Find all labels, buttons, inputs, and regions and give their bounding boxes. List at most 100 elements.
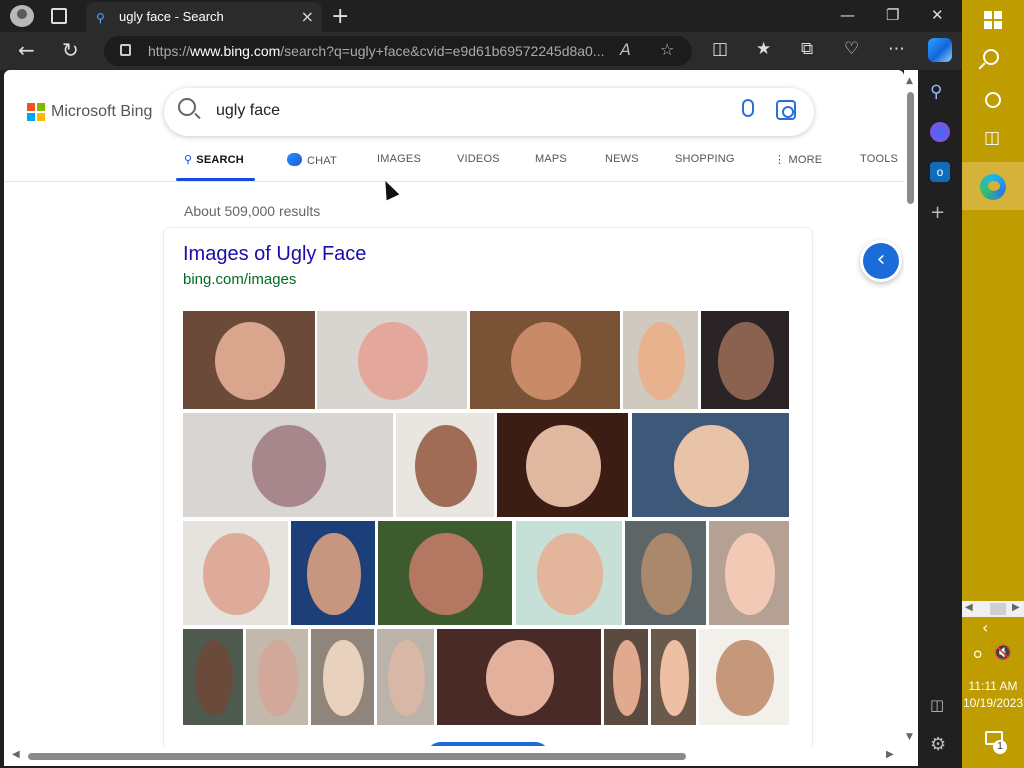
tab-maps[interactable]: MAPS: [535, 153, 567, 165]
tab-shopping[interactable]: SHOPPING: [675, 153, 735, 165]
new-tab-icon[interactable]: +: [331, 4, 349, 29]
tab-search[interactable]: ⚲ SEARCH: [184, 153, 244, 166]
collections-icon[interactable]: ⧉: [801, 39, 813, 59]
image-thumbnail[interactable]: [496, 412, 629, 518]
image-thumbnail[interactable]: [631, 412, 790, 518]
copilot-sidebar-icon[interactable]: [930, 122, 950, 142]
image-thumbnail[interactable]: [182, 310, 316, 410]
settings-more-icon[interactable]: ⋯: [888, 39, 905, 59]
face-shape: [716, 639, 774, 717]
microphone-icon[interactable]: [742, 99, 754, 117]
browser-essentials-icon[interactable]: ♡: [844, 39, 859, 59]
cortana-icon[interactable]: [985, 92, 1001, 108]
image-thumbnail[interactable]: [515, 520, 623, 626]
tab-news[interactable]: NEWS: [605, 153, 639, 165]
sidebar-toggle-button[interactable]: ‹: [860, 240, 902, 282]
image-thumbnail[interactable]: [700, 310, 790, 410]
tab-videos[interactable]: VIDEOS: [457, 153, 500, 165]
image-thumbnail[interactable]: [316, 310, 468, 410]
sidebar-search-icon[interactable]: ⚲: [930, 82, 950, 102]
close-window-icon[interactable]: ✕: [931, 6, 944, 24]
face-shape: [258, 639, 298, 717]
search-input[interactable]: ugly face: [216, 102, 280, 120]
copilot-icon[interactable]: [928, 38, 952, 62]
windows-taskbar: ◫ ‹ ⚪ 🔇: [962, 0, 1024, 768]
clock-date[interactable]: 10/19/2023: [962, 696, 1024, 710]
image-thumbnail[interactable]: [708, 520, 790, 626]
images-card-source[interactable]: bing.com/images: [183, 271, 296, 288]
face-shape: [511, 322, 581, 400]
scroll-right-icon[interactable]: ▶: [886, 749, 894, 760]
face-shape: [640, 532, 693, 616]
vertical-scrollbar[interactable]: ▲ ▼: [904, 70, 918, 746]
image-thumbnail[interactable]: [698, 628, 790, 726]
address-bar[interactable]: https://www.bing.com/search?q=ugly+face&…: [104, 36, 692, 66]
tab-more[interactable]: ⋮ MORE: [774, 153, 822, 166]
image-thumbnail[interactable]: [245, 628, 309, 726]
face-shape: [203, 532, 270, 616]
horizontal-scrollbar[interactable]: ◀ ▶: [4, 746, 918, 766]
url-text: https://www.bing.com/search?q=ugly+face&…: [148, 43, 605, 59]
screen: ⚲ ugly face - Search × + — ❐ ✕ ← ↻ https…: [0, 0, 1024, 768]
favorite-star-icon[interactable]: ☆: [660, 40, 674, 59]
sidebar-settings-icon[interactable]: ⚙: [930, 734, 950, 755]
image-thumbnail[interactable]: [377, 520, 513, 626]
image-thumbnail[interactable]: [603, 628, 649, 726]
profile-avatar[interactable]: [10, 5, 34, 27]
start-windows-icon[interactable]: [984, 11, 1002, 29]
minimize-icon[interactable]: —: [840, 6, 855, 24]
visual-search-icon[interactable]: [776, 100, 796, 120]
refresh-icon[interactable]: ↻: [62, 38, 79, 62]
clock-time[interactable]: 11:11 AM: [962, 679, 1024, 693]
image-thumbnail[interactable]: [436, 628, 602, 726]
show-hidden-icons-chevron-icon[interactable]: ‹: [982, 618, 988, 637]
tray-scroll-left-icon[interactable]: ◀: [965, 602, 973, 613]
volume-muted-icon[interactable]: 🔇: [994, 645, 1011, 661]
close-tab-icon[interactable]: ×: [301, 7, 314, 26]
task-view-icon[interactable]: ◫: [984, 128, 1000, 148]
horizontal-scroll-thumb[interactable]: [28, 753, 686, 760]
search-icon[interactable]: [178, 98, 196, 116]
back-icon[interactable]: ←: [18, 38, 35, 62]
taskbar-edge-app[interactable]: [962, 162, 1024, 210]
lock-icon[interactable]: [120, 44, 131, 56]
tab-images[interactable]: IMAGES: [377, 153, 421, 165]
bing-logo[interactable]: Microsoft Bing: [27, 103, 152, 121]
tab-tools[interactable]: TOOLS: [860, 153, 898, 165]
image-thumbnail[interactable]: [182, 412, 394, 518]
scroll-left-icon[interactable]: ◀: [12, 749, 20, 760]
taskbar-search-icon[interactable]: [983, 49, 999, 65]
image-thumbnail[interactable]: [650, 628, 697, 726]
tray-scrollbar[interactable]: ◀ ▶: [962, 601, 1024, 617]
split-screen-icon[interactable]: ◫: [712, 39, 728, 59]
image-thumbnail[interactable]: [469, 310, 621, 410]
image-thumbnail[interactable]: [624, 520, 707, 626]
tray-scroll-right-icon[interactable]: ▶: [1012, 602, 1020, 613]
favorites-icon[interactable]: ★: [756, 39, 771, 59]
image-thumbnail[interactable]: [182, 628, 244, 726]
tab-chat[interactable]: CHAT: [287, 153, 337, 167]
image-thumbnail[interactable]: [395, 412, 495, 518]
hide-sidebar-icon[interactable]: ◫: [930, 696, 950, 716]
tray-scroll-thumb[interactable]: [990, 603, 1006, 615]
search-box[interactable]: ugly face: [164, 88, 814, 136]
active-tab[interactable]: ⚲ ugly face - Search ×: [86, 2, 322, 32]
tab-actions-icon[interactable]: [51, 8, 67, 24]
image-thumbnail[interactable]: [622, 310, 699, 410]
images-card-title[interactable]: Images of Ugly Face: [183, 243, 366, 266]
scroll-down-icon[interactable]: ▼: [906, 732, 913, 742]
image-thumbnail[interactable]: [376, 628, 435, 726]
network-globe-icon[interactable]: ⚪: [971, 645, 984, 664]
vertical-scroll-thumb[interactable]: [907, 92, 914, 204]
add-sidebar-app-icon[interactable]: +: [930, 202, 950, 223]
logo-text: Microsoft Bing: [51, 103, 153, 120]
outlook-icon[interactable]: o: [930, 162, 950, 182]
image-thumbnail[interactable]: [310, 628, 375, 726]
read-aloud-icon[interactable]: A: [620, 40, 631, 59]
image-thumbnail[interactable]: [182, 520, 289, 626]
notification-count-badge: 1: [993, 740, 1007, 754]
scroll-up-icon[interactable]: ▲: [906, 76, 913, 86]
restore-icon[interactable]: ❐: [886, 6, 899, 24]
image-thumbnail[interactable]: [290, 520, 376, 626]
browser-toolbar: ← ↻ https://www.bing.com/search?q=ugly+f…: [0, 32, 962, 70]
